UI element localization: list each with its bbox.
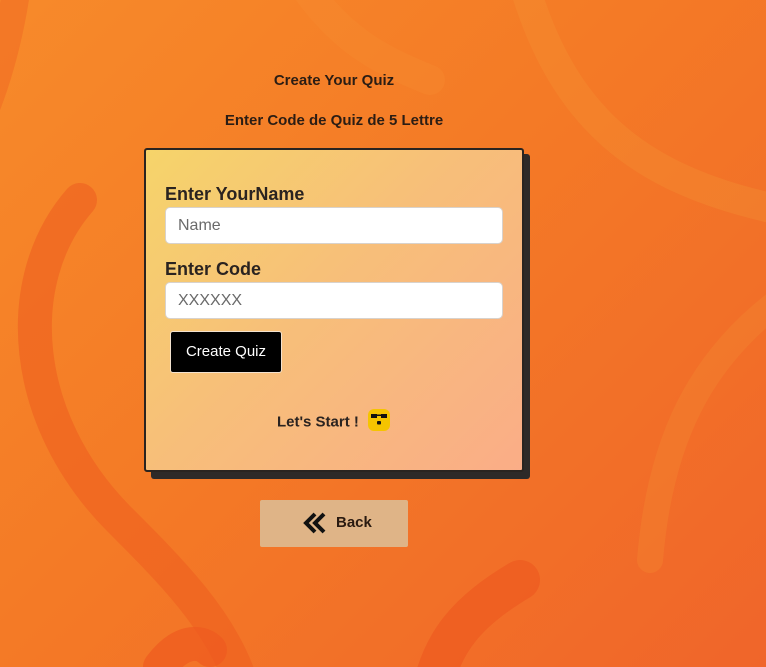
back-button[interactable]: Back [260,500,408,547]
code-input[interactable] [165,282,503,319]
double-chevron-left-icon [303,512,326,534]
name-label: Enter YourName [165,184,305,204]
create-quiz-button[interactable]: Create Quiz [170,331,282,373]
code-label: Enter Code [165,259,262,279]
page-subtitle: Enter Code de Quiz de 5 Lettre [224,112,444,129]
cool-sunglasses-emoji-icon [368,409,391,431]
back-label: Back [336,514,372,531]
name-input[interactable] [165,207,503,244]
page-title: Create Your Quiz [273,72,395,89]
lets-start-text: Let's Start ! [276,413,359,431]
quiz-form-card: Enter YourName Enter Code Create Quiz Le… [144,148,524,472]
lets-start-row: Let's Start ! [146,409,522,432]
